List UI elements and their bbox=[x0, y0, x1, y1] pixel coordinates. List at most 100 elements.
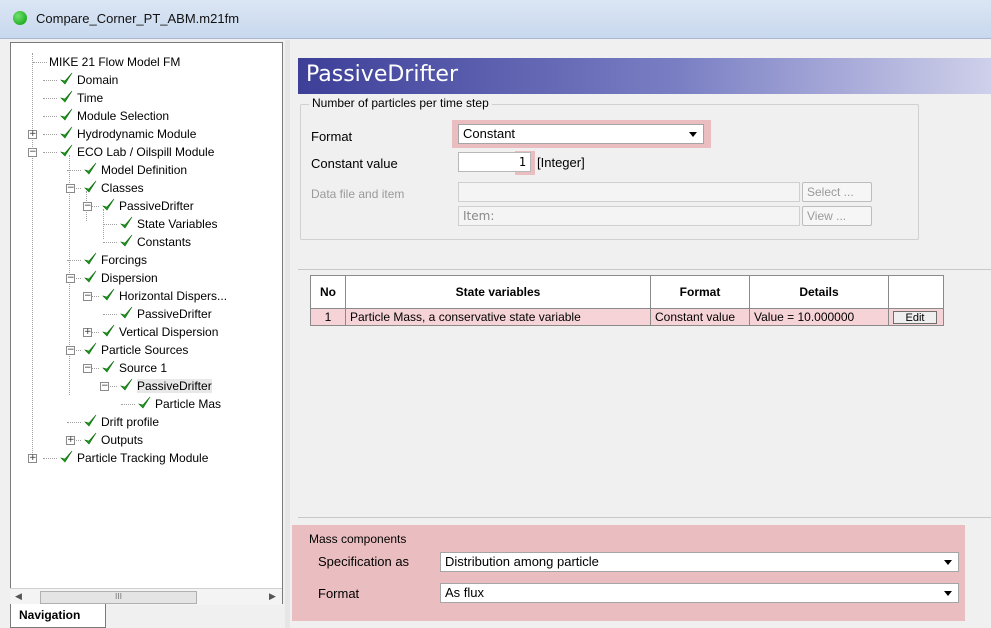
tree-item[interactable]: PassiveDrifter bbox=[119, 377, 212, 395]
chevron-down-icon[interactable] bbox=[944, 560, 952, 565]
view-button[interactable]: View ... bbox=[802, 206, 872, 226]
constant-value-input[interactable]: 1 bbox=[458, 152, 531, 172]
checkmark-icon bbox=[83, 414, 97, 428]
tree-item[interactable]: Model Definition bbox=[83, 161, 187, 179]
checkmark-icon bbox=[59, 90, 73, 104]
tree-item[interactable]: Particle Tracking Module bbox=[59, 449, 208, 467]
collapse-icon[interactable]: − bbox=[66, 274, 75, 283]
mass-format-dropdown[interactable]: As flux bbox=[440, 583, 959, 603]
checkmark-icon bbox=[119, 216, 133, 230]
checkmark-icon bbox=[101, 324, 115, 338]
tree-item-label: Forcings bbox=[101, 253, 148, 267]
tree-item-label: MIKE 21 Flow Model FM bbox=[49, 55, 181, 69]
tree-item-label: Particle Tracking Module bbox=[77, 451, 209, 465]
format-dropdown[interactable]: Constant bbox=[458, 124, 704, 144]
tree-guide-line bbox=[43, 80, 57, 82]
tree-item-label: Source 1 bbox=[119, 361, 168, 375]
tree-item[interactable]: Vertical Dispersion bbox=[101, 323, 218, 341]
scroll-right-icon[interactable]: ▶ bbox=[265, 590, 280, 604]
expand-icon[interactable]: + bbox=[66, 436, 75, 445]
edit-button[interactable]: Edit bbox=[893, 311, 937, 324]
tree-item-label: Hydrodynamic Module bbox=[77, 127, 197, 141]
select-button[interactable]: Select ... bbox=[802, 182, 872, 202]
checkmark-icon bbox=[101, 288, 115, 302]
cell-format: Constant value bbox=[650, 308, 750, 326]
tree-item[interactable]: PassiveDrifter bbox=[119, 305, 212, 323]
column-header-no: No bbox=[310, 275, 346, 309]
tree-item[interactable]: Particle Mas bbox=[137, 395, 221, 413]
table-divider bbox=[298, 517, 991, 518]
chevron-down-icon[interactable] bbox=[689, 132, 697, 137]
tree-item-label: ECO Lab / Oilspill Module bbox=[77, 145, 215, 159]
chevron-down-icon[interactable] bbox=[944, 591, 952, 596]
expand-icon[interactable]: + bbox=[83, 328, 92, 337]
collapse-icon[interactable]: − bbox=[83, 364, 92, 373]
collapse-icon[interactable]: − bbox=[83, 202, 92, 211]
tree-item[interactable]: Time bbox=[59, 89, 103, 107]
tree-item[interactable]: Module Selection bbox=[59, 107, 169, 125]
constant-value-label: Constant value bbox=[311, 156, 398, 171]
tree-item-label: Vertical Dispersion bbox=[119, 325, 219, 339]
tree-item[interactable]: Source 1 bbox=[101, 359, 167, 377]
tree-item-label: Dispersion bbox=[101, 271, 158, 285]
checkmark-icon bbox=[101, 360, 115, 374]
tab-navigation[interactable]: Navigation bbox=[10, 604, 106, 628]
tree-item[interactable]: Hydrodynamic Module bbox=[59, 125, 196, 143]
collapse-icon[interactable]: − bbox=[66, 346, 75, 355]
checkmark-icon bbox=[83, 162, 97, 176]
tree-item[interactable]: Dispersion bbox=[83, 269, 158, 287]
tree-item-label: State Variables bbox=[137, 217, 218, 231]
tree-item-label: Outputs bbox=[101, 433, 144, 447]
checkmark-icon bbox=[83, 342, 97, 356]
navigation-tree[interactable]: MIKE 21 Flow Model FM Domain Time Module Se… bbox=[10, 42, 283, 604]
state-variables-table-area: No State variables Format Details 1 Part… bbox=[298, 269, 991, 518]
window-title: Compare_Corner_PT_ABM.m21fm bbox=[36, 11, 240, 26]
tree-item-label: PassiveDrifter bbox=[137, 307, 212, 321]
tree-item[interactable]: State Variables bbox=[119, 215, 218, 233]
table-row[interactable]: 1 Particle Mass, a conservative state va… bbox=[310, 308, 944, 326]
checkmark-icon bbox=[59, 450, 73, 464]
mass-components-legend: Mass components bbox=[309, 532, 407, 546]
tree-item[interactable]: Outputs bbox=[83, 431, 143, 449]
datafile-input[interactable] bbox=[458, 182, 800, 202]
tree-guide-line bbox=[43, 134, 57, 136]
checkmark-icon bbox=[83, 432, 97, 446]
tree-item[interactable]: Forcings bbox=[83, 251, 147, 269]
collapse-icon[interactable]: − bbox=[28, 148, 37, 157]
tree-item[interactable]: ECO Lab / Oilspill Module bbox=[59, 143, 214, 161]
tree-item[interactable]: Particle Sources bbox=[83, 341, 188, 359]
tree-item[interactable]: PassiveDrifter bbox=[101, 197, 194, 215]
page-title: PassiveDrifter bbox=[306, 62, 459, 87]
tree-item[interactable]: MIKE 21 Flow Model FM bbox=[49, 53, 180, 71]
checkmark-icon bbox=[59, 72, 73, 86]
tree-item[interactable]: Horizontal Dispers... bbox=[101, 287, 227, 305]
tree-item[interactable]: Domain bbox=[59, 71, 118, 89]
collapse-icon[interactable]: − bbox=[66, 184, 75, 193]
tree-item[interactable]: Classes bbox=[83, 179, 144, 197]
expand-icon[interactable]: + bbox=[28, 454, 37, 463]
tree-item-label: Drift profile bbox=[101, 415, 160, 429]
checkmark-icon bbox=[83, 270, 97, 284]
tree-item-label: Model Definition bbox=[101, 163, 188, 177]
scroll-thumb[interactable]: III bbox=[40, 591, 197, 604]
cell-state-variable: Particle Mass, a conservative state vari… bbox=[345, 308, 651, 326]
checkmark-icon bbox=[119, 306, 133, 320]
constant-unit-label: [Integer] bbox=[537, 155, 585, 170]
specification-dropdown-value: Distribution among particle bbox=[445, 554, 599, 569]
checkmark-icon bbox=[83, 252, 97, 266]
collapse-icon[interactable]: − bbox=[83, 292, 92, 301]
nav-horizontal-scrollbar[interactable]: ◀ III ▶ bbox=[10, 588, 282, 605]
cell-details: Value = 10.000000 bbox=[749, 308, 889, 326]
specification-dropdown[interactable]: Distribution among particle bbox=[440, 552, 959, 572]
column-header-state-variables: State variables bbox=[345, 275, 651, 309]
tree-item-label: Particle Mas bbox=[155, 397, 222, 411]
tree-item[interactable]: Drift profile bbox=[83, 413, 159, 431]
scroll-left-icon[interactable]: ◀ bbox=[11, 590, 26, 604]
tree-item-label: Domain bbox=[77, 73, 119, 87]
tree-item[interactable]: Constants bbox=[119, 233, 191, 251]
item-field[interactable]: Item: bbox=[458, 206, 800, 226]
collapse-icon[interactable]: − bbox=[100, 382, 109, 391]
expand-icon[interactable]: + bbox=[28, 130, 37, 139]
specification-label: Specification as bbox=[318, 554, 410, 569]
tree-guide-line bbox=[32, 53, 34, 453]
